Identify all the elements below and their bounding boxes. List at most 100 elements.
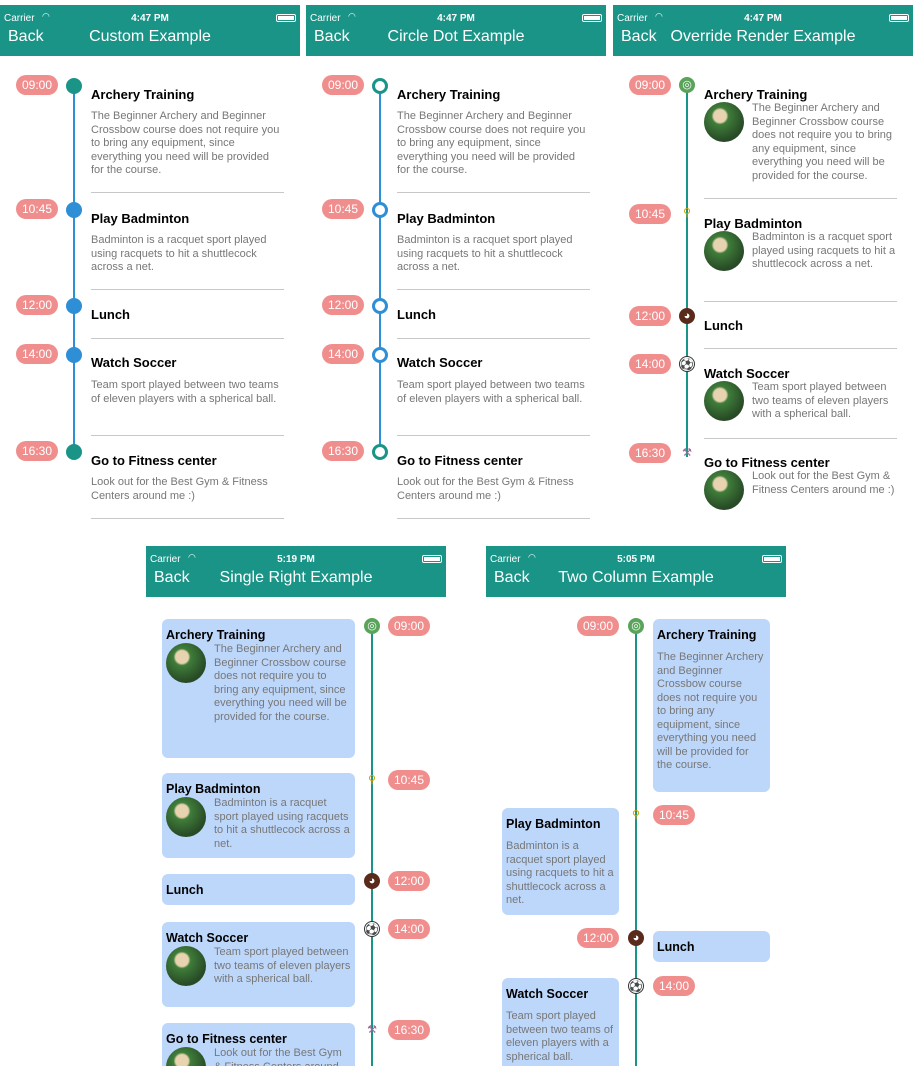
soccer-icon: ⚽ xyxy=(679,356,695,372)
timeline-dot xyxy=(372,78,388,94)
time-pill: 14:00 xyxy=(322,344,364,364)
screen-custom-example: Carrier ◠ 4:47 PM Back Custom Example 09… xyxy=(0,5,300,525)
screen-override-render-example: Carrier ◠ 4:47 PM Back Override Render E… xyxy=(613,5,913,525)
time-pill: 14:00 xyxy=(653,976,695,996)
event-description: Team sport played between two teams of e… xyxy=(506,1010,614,1063)
event-photo xyxy=(704,102,744,142)
event-description: Badminton is a racquet sport played usin… xyxy=(752,231,896,270)
battery-icon xyxy=(276,14,296,22)
event-title: Play Badminton xyxy=(506,817,601,831)
fitness-icon: ⚒ xyxy=(682,447,692,459)
clock: 4:47 PM xyxy=(131,13,169,24)
row-separator xyxy=(397,338,590,339)
event-title: Go to Fitness center xyxy=(166,1032,287,1046)
event-title[interactable]: Lunch xyxy=(91,307,130,322)
time-pill: 16:30 xyxy=(629,443,671,463)
fitness-icon: ⚒ xyxy=(367,1024,377,1036)
event-description: The Beginner Archery and Beginner Crossb… xyxy=(657,651,764,771)
event-title[interactable]: Go to Fitness center xyxy=(397,453,523,468)
event-card[interactable]: Watch Soccer Team sport played between t… xyxy=(502,978,619,1066)
badminton-icon: ⚲ xyxy=(367,774,377,786)
row-separator xyxy=(704,438,897,439)
time-pill: 16:30 xyxy=(322,441,364,461)
timeline-line xyxy=(686,87,688,457)
event-description: The Beginner Archery and Beginner Crossb… xyxy=(752,102,893,182)
event-photo xyxy=(704,470,744,510)
timeline-line xyxy=(73,87,75,453)
screen-two-column-example: Carrier ◠ 5:05 PM Back Two Column Exampl… xyxy=(486,546,786,1066)
event-photo xyxy=(704,381,744,421)
event-description: The Beginner Archery and Beginner Crossb… xyxy=(214,643,347,723)
event-card[interactable]: Lunch xyxy=(162,874,355,905)
event-title[interactable]: Lunch xyxy=(397,307,436,322)
event-title[interactable]: Watch Soccer xyxy=(397,355,483,370)
event-title: Watch Soccer xyxy=(506,987,589,1001)
event-card[interactable]: Watch Soccer Team sport played between t… xyxy=(162,922,355,1007)
row-separator xyxy=(704,348,897,349)
event-title[interactable]: Watch Soccer xyxy=(91,355,177,370)
event-description: Look out for the Best Gym & Fitness Cent… xyxy=(397,476,574,502)
nav-title: Override Render Example xyxy=(670,28,856,45)
event-description: The Beginner Archery and Beginner Crossb… xyxy=(91,110,280,176)
event-description: Team sport played between two teams of e… xyxy=(91,379,279,405)
event-card[interactable]: Archery Training The Beginner Archery an… xyxy=(162,619,355,758)
timeline-line xyxy=(371,628,373,1066)
row-separator xyxy=(397,192,590,193)
event-title: Lunch xyxy=(166,883,204,897)
event-card[interactable]: Play Badminton Badminton is a racquet sp… xyxy=(502,808,619,915)
event-title[interactable]: Watch Soccer xyxy=(704,366,790,381)
event-title[interactable]: Go to Fitness center xyxy=(704,455,830,470)
battery-icon xyxy=(762,555,782,563)
timeline-dot xyxy=(372,347,388,363)
time-pill: 09:00 xyxy=(388,616,430,636)
time-pill: 10:45 xyxy=(322,199,364,219)
clock: 4:47 PM xyxy=(744,13,782,24)
event-card[interactable]: Play Badminton Badminton is a racquet sp… xyxy=(162,773,355,858)
event-title[interactable]: Play Badminton xyxy=(397,211,495,226)
event-title[interactable]: Archery Training xyxy=(397,87,500,102)
archery-icon: ◎ xyxy=(364,618,380,634)
event-card[interactable]: Lunch xyxy=(653,931,770,962)
status-bar: Carrier ◠ 4:47 PM xyxy=(306,5,606,24)
lunch-icon: ◕ xyxy=(679,308,695,324)
time-pill: 09:00 xyxy=(577,616,619,636)
event-title[interactable]: Archery Training xyxy=(704,87,807,102)
event-description: Team sport played between two teams of e… xyxy=(752,381,889,420)
timeline-dot xyxy=(372,298,388,314)
battery-icon xyxy=(582,14,602,22)
screen-single-right-example: Carrier ◠ 5:19 PM Back Single Right Exam… xyxy=(146,546,446,1066)
event-photo xyxy=(704,231,744,271)
clock: 5:05 PM xyxy=(617,554,655,565)
row-separator xyxy=(397,289,590,290)
event-card[interactable]: Archery Training The Beginner Archery an… xyxy=(653,619,770,792)
event-description: Badminton is a racquet sport played usin… xyxy=(214,797,350,850)
time-pill: 16:30 xyxy=(388,1020,430,1040)
event-title: Archery Training xyxy=(166,628,266,642)
navbar: Carrier ◠ 4:47 PM Back Override Render E… xyxy=(613,5,913,56)
event-title[interactable]: Play Badminton xyxy=(704,216,802,231)
timeline-dot xyxy=(66,444,82,460)
navbar: Carrier ◠ 4:47 PM Back Custom Example xyxy=(0,5,300,56)
event-title[interactable]: Archery Training xyxy=(91,87,194,102)
event-title[interactable]: Lunch xyxy=(704,318,743,333)
event-title[interactable]: Play Badminton xyxy=(91,211,189,226)
row-separator xyxy=(91,518,284,519)
time-pill: 10:45 xyxy=(629,204,671,224)
navbar: Carrier ◠ 5:05 PM Back Two Column Exampl… xyxy=(486,546,786,597)
event-description: Badminton is a racquet sport played usin… xyxy=(91,234,267,273)
event-photo xyxy=(166,643,206,683)
event-photo xyxy=(166,1047,206,1066)
timeline-line xyxy=(635,628,637,1066)
row-separator xyxy=(91,289,284,290)
event-card[interactable]: Go to Fitness center Look out for the Be… xyxy=(162,1023,355,1066)
nav-title: Custom Example xyxy=(89,28,211,45)
status-bar: Carrier ◠ 4:47 PM xyxy=(0,5,300,24)
time-pill: 10:45 xyxy=(653,805,695,825)
event-description: The Beginner Archery and Beginner Crossb… xyxy=(397,110,586,176)
archery-icon: ◎ xyxy=(679,77,695,93)
event-title[interactable]: Go to Fitness center xyxy=(91,453,217,468)
event-description: Look out for the Best Gym & Fitness Cent… xyxy=(214,1047,342,1066)
nav-title: Single Right Example xyxy=(219,569,373,586)
time-pill: 12:00 xyxy=(577,928,619,948)
badminton-icon: ⚲ xyxy=(631,809,641,821)
